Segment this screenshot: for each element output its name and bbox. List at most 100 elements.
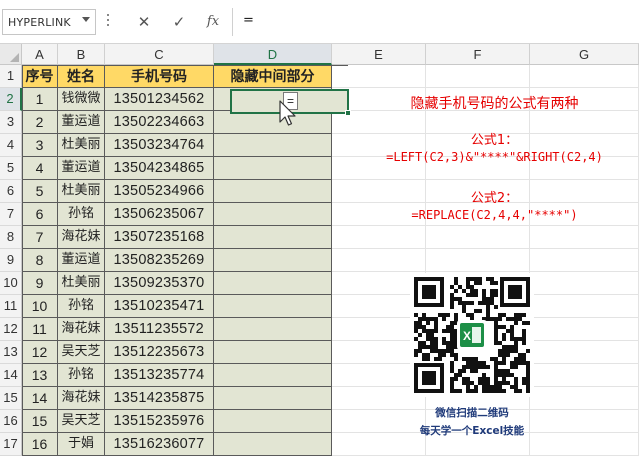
empty-cell[interactable] [426, 65, 530, 88]
table-cell[interactable] [214, 249, 332, 272]
column-header-a[interactable]: A [22, 44, 58, 65]
cancel-button[interactable]: ✕ [132, 10, 156, 34]
table-cell[interactable]: 13508235269 [105, 249, 214, 272]
table-cell[interactable]: 13 [22, 364, 58, 387]
row-header-14[interactable]: 14 [0, 364, 22, 387]
table-cell[interactable]: 于娟 [58, 433, 105, 456]
table-cell[interactable]: 钱微微 [58, 88, 105, 111]
table-cell[interactable]: 13506235067 [105, 203, 214, 226]
table-cell[interactable]: 14 [22, 387, 58, 410]
table-cell[interactable]: 3 [22, 134, 58, 157]
empty-cell[interactable] [530, 226, 639, 249]
table-cell[interactable]: 1 [22, 88, 58, 111]
table-cell[interactable]: 13504234865 [105, 157, 214, 180]
table-cell[interactable]: 13505234966 [105, 180, 214, 203]
table-cell[interactable]: 5 [22, 180, 58, 203]
table-cell[interactable]: 13503234764 [105, 134, 214, 157]
row-header-13[interactable]: 13 [0, 341, 22, 364]
table-cell[interactable]: 13511235572 [105, 318, 214, 341]
table-cell[interactable] [214, 226, 332, 249]
column-header-b[interactable]: B [58, 44, 105, 65]
row-header-17[interactable]: 17 [0, 433, 22, 456]
table-cell[interactable]: 13514235875 [105, 387, 214, 410]
table-cell[interactable]: 13516236077 [105, 433, 214, 456]
table-cell[interactable] [214, 410, 332, 433]
table-cell[interactable] [214, 318, 332, 341]
row-header-15[interactable]: 15 [0, 387, 22, 410]
table-cell[interactable] [214, 387, 332, 410]
table-cell[interactable]: 13502234663 [105, 111, 214, 134]
empty-cell[interactable] [530, 318, 639, 341]
table-cell[interactable]: 13507235168 [105, 226, 214, 249]
table-cell[interactable] [214, 295, 332, 318]
row-header-9[interactable]: 9 [0, 249, 22, 272]
table-cell[interactable]: 13510235471 [105, 295, 214, 318]
table-cell[interactable] [214, 157, 332, 180]
table-cell[interactable] [214, 203, 332, 226]
row-header-11[interactable]: 11 [0, 295, 22, 318]
table-cell[interactable]: 12 [22, 341, 58, 364]
table-cell[interactable]: 13515235976 [105, 410, 214, 433]
row-header-16[interactable]: 16 [0, 410, 22, 433]
table-cell[interactable]: 董运道 [58, 157, 105, 180]
table-cell[interactable]: 4 [22, 157, 58, 180]
table-cell[interactable] [214, 272, 332, 295]
table-header-cell[interactable]: 序号 [22, 65, 58, 88]
table-cell[interactable]: 15 [22, 410, 58, 433]
table-cell[interactable]: 杜美丽 [58, 134, 105, 157]
column-header-g[interactable]: G [530, 44, 639, 65]
empty-cell[interactable] [332, 226, 426, 249]
enter-button[interactable]: ✓ [167, 10, 191, 34]
formula-input[interactable]: = [233, 9, 637, 35]
column-header-f[interactable]: F [426, 44, 530, 65]
row-header-5[interactable]: 5 [0, 157, 22, 180]
table-cell[interactable]: 13512235673 [105, 341, 214, 364]
table-cell[interactable]: 13509235370 [105, 272, 214, 295]
table-header-cell[interactable]: 隐藏中间部分 [214, 65, 332, 88]
empty-cell[interactable] [530, 341, 639, 364]
table-cell[interactable] [214, 134, 332, 157]
table-cell[interactable]: 16 [22, 433, 58, 456]
row-header-10[interactable]: 10 [0, 272, 22, 295]
table-cell[interactable]: 杜美丽 [58, 180, 105, 203]
table-cell[interactable] [214, 180, 332, 203]
chevron-down-icon[interactable] [82, 17, 90, 22]
empty-cell[interactable] [332, 249, 426, 272]
table-cell[interactable]: 6 [22, 203, 58, 226]
table-cell[interactable]: 孙铭 [58, 364, 105, 387]
table-cell[interactable]: 董运道 [58, 249, 105, 272]
row-header-3[interactable]: 3 [0, 111, 22, 134]
table-cell[interactable]: 10 [22, 295, 58, 318]
select-all-button[interactable] [0, 44, 22, 65]
table-cell[interactable]: 海花妹 [58, 387, 105, 410]
empty-cell[interactable] [530, 272, 639, 295]
empty-cell[interactable] [332, 65, 426, 88]
empty-cell[interactable] [530, 249, 639, 272]
table-cell[interactable]: 13501234562 [105, 88, 214, 111]
table-cell[interactable] [214, 364, 332, 387]
table-cell[interactable]: 7 [22, 226, 58, 249]
row-header-6[interactable]: 6 [0, 180, 22, 203]
row-header-7[interactable]: 7 [0, 203, 22, 226]
empty-cell[interactable] [426, 249, 530, 272]
column-header-c[interactable]: C [105, 44, 214, 65]
table-cell[interactable] [214, 433, 332, 456]
table-cell[interactable]: 杜美丽 [58, 272, 105, 295]
table-cell[interactable]: 9 [22, 272, 58, 295]
table-cell[interactable]: 13513235774 [105, 364, 214, 387]
table-cell[interactable]: 11 [22, 318, 58, 341]
table-header-cell[interactable]: 姓名 [58, 65, 105, 88]
table-cell[interactable]: 海花妹 [58, 318, 105, 341]
empty-cell[interactable] [530, 65, 639, 88]
table-cell[interactable]: 孙铭 [58, 203, 105, 226]
table-cell[interactable]: 吴天芝 [58, 341, 105, 364]
table-cell[interactable] [214, 341, 332, 364]
empty-cell[interactable] [426, 226, 530, 249]
table-cell[interactable]: 2 [22, 111, 58, 134]
table-cell[interactable]: 海花妹 [58, 226, 105, 249]
row-header-8[interactable]: 8 [0, 226, 22, 249]
table-cell[interactable] [214, 111, 332, 134]
row-header-12[interactable]: 12 [0, 318, 22, 341]
table-cell[interactable]: 8 [22, 249, 58, 272]
row-header-2[interactable]: 2 [0, 88, 22, 111]
